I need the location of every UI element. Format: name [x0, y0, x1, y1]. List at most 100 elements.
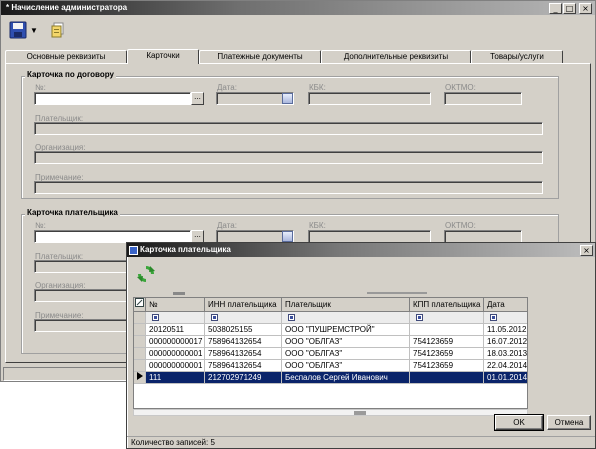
column-header-kpp[interactable]: КПП плательщика [410, 298, 484, 312]
document-stack-icon [51, 22, 64, 38]
row-indicator[interactable] [134, 372, 146, 384]
contract-note-field [34, 181, 543, 194]
calendar-icon[interactable] [282, 231, 293, 242]
filter-icon[interactable] [416, 314, 423, 321]
cell-date: 16.07.2012 [484, 336, 527, 348]
payer-number-label: №: [35, 221, 46, 230]
row-pointer-icon [136, 372, 143, 380]
cell-number: 000000000017 [146, 336, 205, 348]
tab-strip: Основные реквизиты Карточки Платежные до… [5, 49, 563, 64]
filter-inn[interactable] [205, 312, 282, 324]
filter-icon[interactable] [288, 314, 295, 321]
cell-inn: 5038025155 [205, 324, 282, 336]
contract-number-input[interactable] [34, 92, 191, 105]
window-controls: _ □ × [549, 3, 592, 14]
window-icon [129, 246, 138, 255]
splitter-grip[interactable] [367, 292, 427, 294]
contract-kbk-field [308, 92, 431, 105]
cell-kpp [410, 324, 484, 336]
contract-card-legend: Карточка по договору [25, 70, 116, 79]
cell-number: 000000000001 [146, 348, 205, 360]
column-header-inn[interactable]: ИНН плательщика [205, 298, 282, 312]
grid-settings-icon[interactable] [134, 298, 146, 312]
refresh-button[interactable] [135, 263, 159, 287]
contract-number-select-button[interactable]: ... [191, 92, 204, 105]
filter-icon[interactable] [211, 314, 218, 321]
tab-goods-services[interactable]: Товары/услуги [471, 50, 563, 64]
table-row[interactable]: 000000000001 758964132654 ООО "ОБЛГАЗ" 7541… [134, 360, 527, 372]
row-indicator[interactable] [134, 360, 146, 372]
contract-organization-field [34, 151, 543, 164]
cell-kpp: 754123659 [410, 336, 484, 348]
table-row[interactable]: 20120511 5038025155 ООО "ПУШРЕМСТРОЙ" 11.05… [134, 324, 527, 336]
tab-main-details[interactable]: Основные реквизиты [5, 50, 127, 64]
calendar-icon[interactable] [282, 93, 293, 104]
cell-kpp [410, 372, 484, 384]
cell-inn: 758964132654 [205, 336, 282, 348]
cell-payer: ООО "ОБЛГАЗ" [282, 336, 410, 348]
cell-payer: ООО "ПУШРЕМСТРОЙ" [282, 324, 410, 336]
dialog-title: Карточка плательщика [127, 243, 595, 257]
column-header-number[interactable]: № [146, 298, 205, 312]
cell-kpp: 754123659 [410, 360, 484, 372]
contract-payer-field [34, 122, 543, 135]
floppy-disk-icon [9, 21, 27, 39]
minimize-button[interactable]: _ [549, 3, 562, 14]
tab-additional-details[interactable]: Дополнительные реквизиты [321, 50, 471, 64]
row-indicator[interactable] [134, 336, 146, 348]
cell-date: 11.05.2012 [484, 324, 527, 336]
table-row[interactable]: 111 212702971249 Беспалов Сергей Иванович 0… [134, 372, 527, 384]
dialog-close-button[interactable]: × [580, 245, 593, 256]
row-indicator[interactable] [134, 324, 146, 336]
cell-kpp: 754123659 [410, 348, 484, 360]
row-indicator[interactable] [134, 348, 146, 360]
cell-payer: ООО "ОБЛГАЗ" [282, 360, 410, 372]
filter-date[interactable] [484, 312, 527, 324]
cell-inn: 758964132654 [205, 348, 282, 360]
payer-kbk-label: КБК: [309, 221, 326, 230]
contract-number-label: №: [35, 83, 46, 92]
filter-kpp[interactable] [410, 312, 484, 324]
table-row[interactable]: 000000000001 758964132654 ООО "ОБЛГАЗ" 7541… [134, 348, 527, 360]
tab-payment-documents[interactable]: Платежные документы [199, 50, 321, 64]
filter-icon[interactable] [152, 314, 159, 321]
splitter-grip[interactable] [173, 292, 185, 295]
contract-oktmo-label: ОКТМО: [445, 83, 476, 92]
cell-date: 01.01.2014 [484, 372, 527, 384]
filter-payer[interactable] [282, 312, 410, 324]
payer-cards-grid: № ИНН плательщика Плательщик КПП платель… [133, 297, 528, 409]
cell-payer: Беспалов Сергей Иванович [282, 372, 410, 384]
open-card-button[interactable] [47, 19, 69, 41]
tab-cards[interactable]: Карточки [127, 49, 199, 64]
cell-payer: ООО "ОБЛГАЗ" [282, 348, 410, 360]
cell-date: 22.04.2014 [484, 360, 527, 372]
filter-number[interactable] [146, 312, 205, 324]
ok-button[interactable]: OK [494, 414, 544, 431]
main-window-title: * Начисление администратора [1, 1, 595, 15]
filter-icon[interactable] [490, 314, 497, 321]
save-button[interactable] [7, 19, 29, 41]
horizontal-scrollbar[interactable] [133, 409, 528, 416]
save-dropdown-icon[interactable]: ▼ [29, 26, 39, 35]
table-row[interactable]: 000000000017 758964132654 ООО "ОБЛГАЗ" 7541… [134, 336, 527, 348]
cell-number: 20120511 [146, 324, 205, 336]
column-header-payer[interactable]: Плательщик [282, 298, 410, 312]
payer-card-dialog: Карточка плательщика × № ИНН плательщика… [126, 242, 596, 449]
cell-inn: 212702971249 [205, 372, 282, 384]
cell-number: 000000000001 [146, 360, 205, 372]
maximize-button[interactable]: □ [563, 3, 576, 14]
scroll-thumb[interactable] [354, 411, 366, 415]
cell-number: 111 [146, 372, 205, 384]
payer-date-label: Дата: [217, 221, 237, 230]
contract-kbk-label: КБК: [309, 83, 326, 92]
cell-date: 18.03.2013 [484, 348, 527, 360]
refresh-icon [137, 266, 155, 282]
payer-oktmo-label: ОКТМО: [445, 221, 476, 230]
close-button[interactable]: × [579, 3, 592, 14]
grid-filter-row [134, 312, 527, 324]
cell-inn: 758964132654 [205, 360, 282, 372]
cancel-button[interactable]: Отмена [547, 415, 591, 430]
column-header-date[interactable]: Дата [484, 298, 527, 312]
main-toolbar: ▼ [7, 17, 69, 43]
contract-date-label: Дата: [217, 83, 237, 92]
